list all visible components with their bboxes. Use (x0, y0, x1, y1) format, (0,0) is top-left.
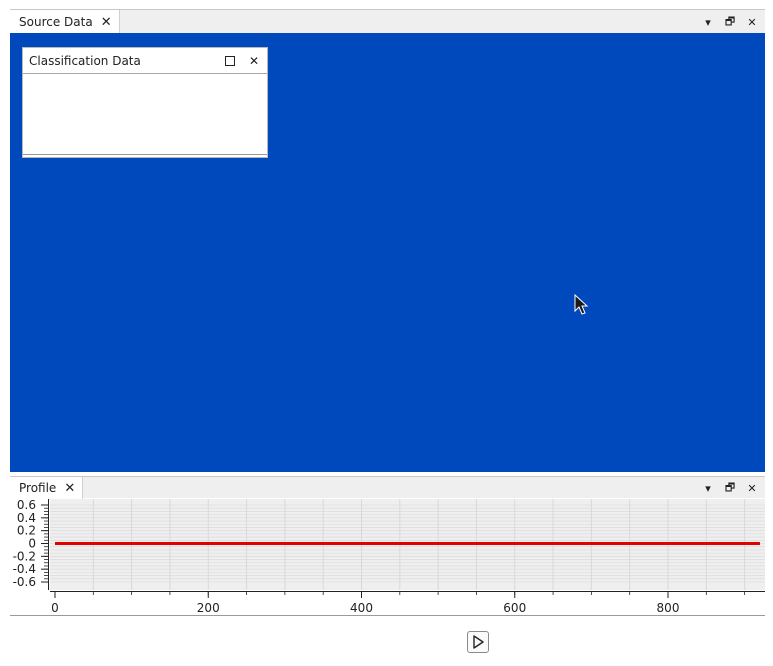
x-tick-label: 200 (197, 601, 220, 615)
play-icon (473, 635, 484, 649)
profile-divider (10, 615, 765, 616)
x-tick-label: 600 (503, 601, 526, 615)
y-tick-label: -0.6 (13, 575, 36, 589)
x-tick-label: 800 (657, 601, 680, 615)
play-button[interactable] (467, 631, 489, 653)
x-tick-label: 400 (350, 601, 373, 615)
profile-chart[interactable]: 0.60.40.20-0.2-0.4-0.60 200 400 600 800 (0, 0, 773, 666)
x-tick-label: 0 (51, 601, 59, 615)
